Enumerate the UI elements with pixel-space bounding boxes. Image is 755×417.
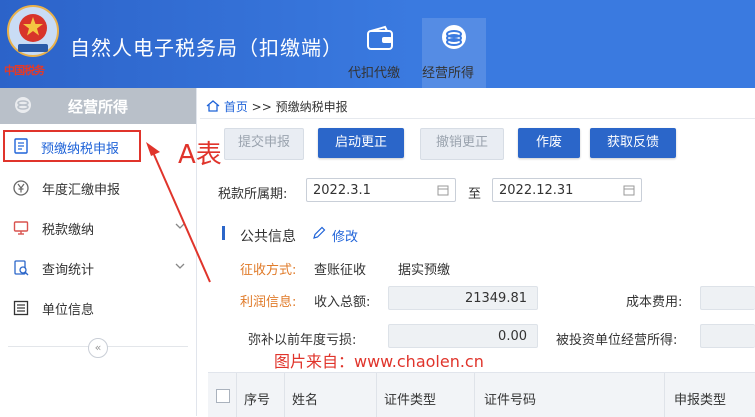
calendar-icon (623, 185, 635, 196)
wallet-icon (367, 25, 393, 50)
coins-icon (15, 97, 31, 113)
breadcrumb-current: 预缴纳税申报 (275, 100, 348, 114)
topnav-business-income[interactable]: 经营所得 (422, 18, 486, 88)
column-divider (664, 373, 665, 417)
breadcrumb-separator: >> (251, 100, 272, 114)
invested-unit-income-label: 被投资单位经营所得: (556, 333, 678, 348)
home-icon (206, 100, 220, 112)
get-feedback-button[interactable]: 获取反馈 (590, 128, 676, 158)
sidebar-item-label: 查询统计 (42, 263, 95, 278)
sidebar-header: 经营所得 (0, 88, 196, 124)
tax-emblem-icon (7, 5, 59, 57)
invested-unit-income-field[interactable] (700, 324, 755, 348)
sidebar-item-label: 单位信息 (42, 303, 95, 318)
public-info-title: 公共信息 (240, 229, 296, 245)
start-correction-button[interactable]: 启动更正 (318, 128, 404, 158)
breadcrumb-divider (200, 118, 755, 119)
period-label: 税款所属期: (218, 187, 288, 202)
select-all-checkbox[interactable] (216, 389, 230, 403)
column-header-index: 序号 (244, 393, 271, 408)
coins-icon (442, 25, 466, 49)
column-header-id-type: 证件类型 (384, 393, 437, 408)
sidebar-item-prepay-declaration[interactable]: 预缴纳税申报 (3, 130, 141, 162)
sidebar-title: 经营所得 (68, 98, 129, 116)
edit-link[interactable]: 修改 (332, 226, 358, 245)
app-title: 自然人电子税务局（扣缴端） (70, 36, 343, 60)
column-header-id-number: 证件号码 (484, 393, 537, 408)
prior-loss-label: 弥补以前年度亏损: (248, 333, 357, 348)
revoke-correction-button[interactable]: 撤销更正 (420, 128, 504, 160)
form-icon (14, 138, 28, 154)
total-income-label: 收入总额: (314, 295, 371, 310)
annotation-label: A表 (178, 140, 222, 170)
breadcrumb-home-link[interactable]: 首页 (224, 100, 248, 114)
topnav-withholding-label: 代扣代缴 (348, 66, 401, 81)
app-header: 中国税务 自然人电子税务局（扣缴端） 代扣代缴 经营所得 (0, 0, 755, 88)
column-divider (376, 373, 377, 417)
section-marker (222, 226, 225, 240)
column-divider (284, 373, 285, 417)
period-end-field[interactable]: 2022.12.31 (492, 178, 642, 202)
column-header-name: 姓名 (292, 393, 319, 408)
emblem-logo-text: 中国税务 (4, 64, 45, 77)
sidebar-item-unit-info[interactable]: 单位信息 (0, 288, 196, 328)
period-start-value: 2022.3.1 (313, 183, 371, 198)
collection-method-value: 查账征收 (314, 263, 367, 278)
query-icon (14, 260, 29, 276)
period-end-value: 2022.12.31 (499, 183, 574, 198)
column-divider (474, 373, 475, 417)
calendar-icon (437, 185, 449, 196)
yen-icon (13, 180, 29, 196)
profit-info-label: 利润信息: (240, 295, 297, 310)
watermark-text: 图片来自：www.chaolen.cn (274, 352, 484, 371)
column-divider (236, 373, 237, 417)
prepay-method-value: 据实预缴 (398, 263, 451, 278)
sidebar-item-label: 预缴纳税申报 (41, 142, 120, 157)
table-header: 序号 姓名 证件类型 证件号码 申报类型 (208, 372, 755, 417)
column-header-declaration-type: 申报类型 (674, 393, 727, 408)
monitor-icon (13, 221, 29, 235)
edit-icon (313, 226, 326, 239)
list-icon (13, 300, 29, 316)
sidebar-item-label: 年度汇缴申报 (42, 183, 121, 198)
cost-field[interactable] (700, 286, 755, 310)
breadcrumb: 首页 >> 预缴纳税申报 (206, 98, 348, 115)
submit-declaration-button[interactable]: 提交申报 (224, 128, 304, 160)
period-start-field[interactable]: 2022.3.1 (306, 178, 456, 202)
void-button[interactable]: 作废 (518, 128, 580, 158)
collection-method-label: 征收方式: (240, 263, 297, 278)
topnav-business-income-label: 经营所得 (422, 66, 475, 81)
sidebar-item-label: 税款缴纳 (42, 223, 95, 238)
cost-label: 成本费用: (626, 295, 683, 310)
topnav-withholding[interactable]: 代扣代缴 (348, 18, 412, 88)
period-to-label: 至 (468, 187, 482, 202)
total-income-field[interactable]: 21349.81 (388, 286, 538, 310)
prior-loss-field[interactable]: 0.00 (388, 324, 538, 348)
sidebar-collapse-button[interactable]: « (88, 338, 108, 358)
